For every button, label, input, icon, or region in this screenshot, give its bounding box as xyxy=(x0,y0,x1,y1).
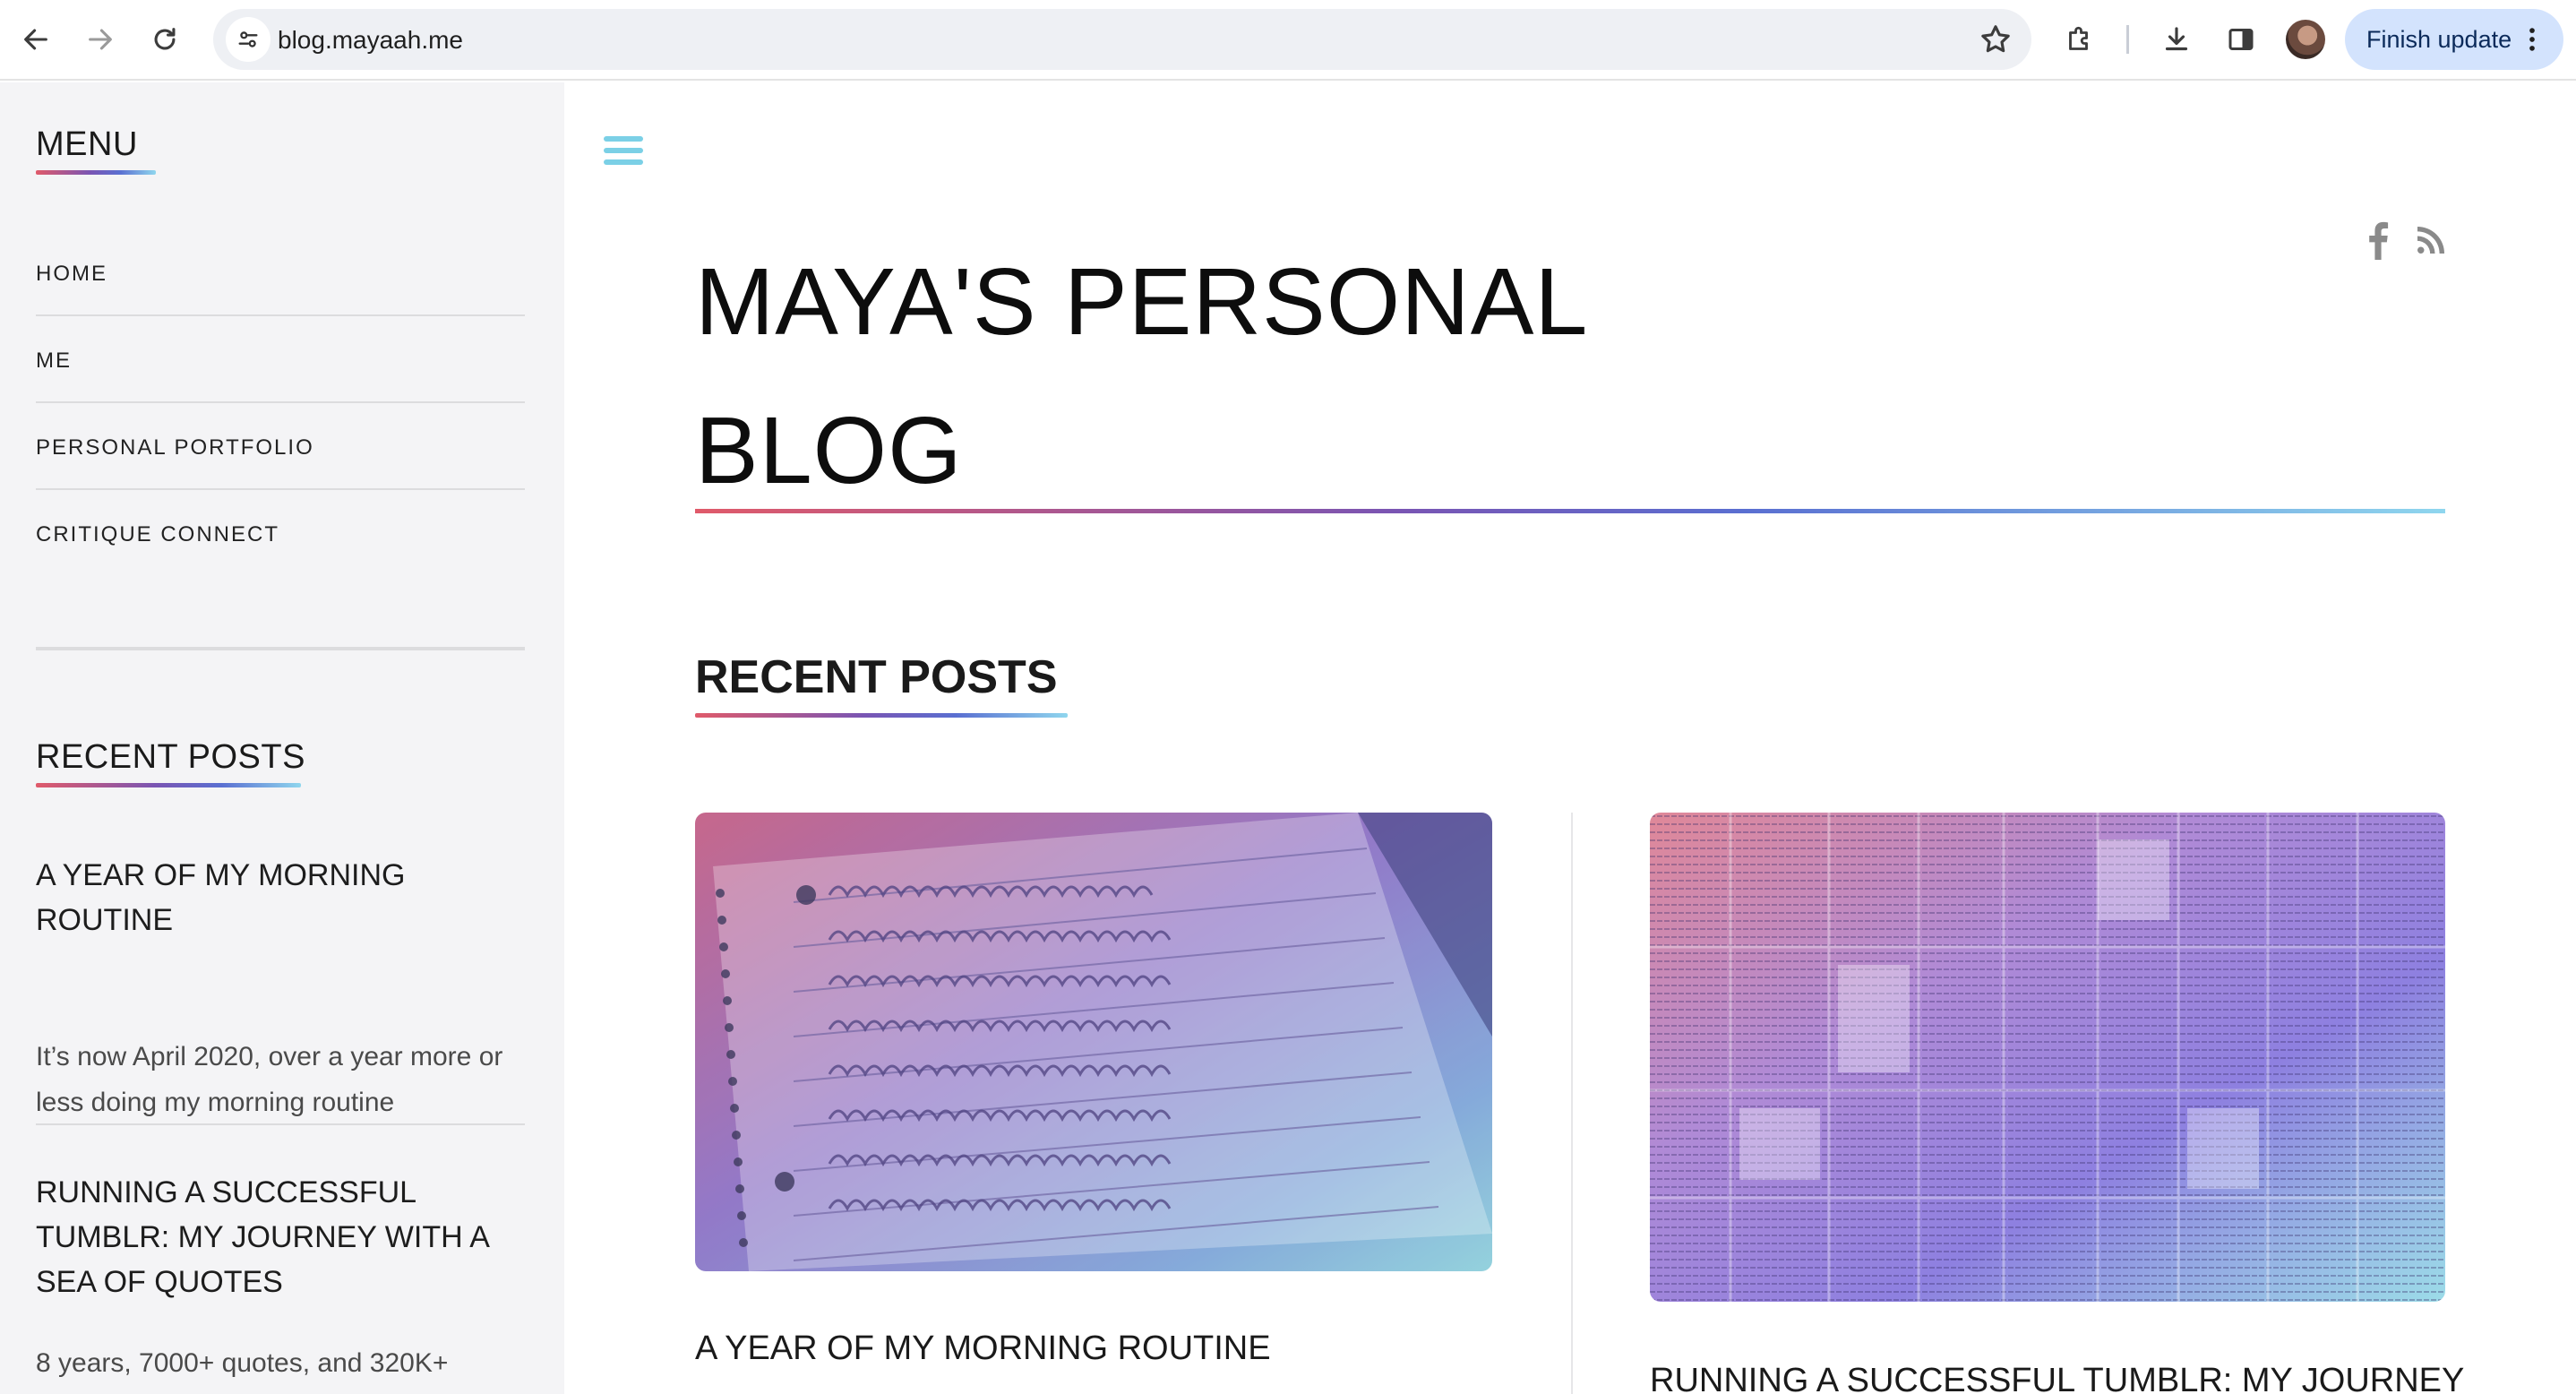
column-divider xyxy=(1571,813,1573,1394)
hamburger-menu-icon[interactable] xyxy=(604,136,643,170)
sidebar-item-label: PERSONAL PORTFOLIO xyxy=(36,435,314,460)
address-bar[interactable]: blog.mayaah.me xyxy=(213,9,2031,70)
side-panel-button[interactable] xyxy=(2221,20,2261,59)
post-card-title-1[interactable]: A YEAR OF MY MORNING ROUTINE xyxy=(695,1329,1271,1368)
arrow-left-icon xyxy=(24,29,47,50)
reload-button[interactable] xyxy=(140,14,190,65)
sidebar-item-label: ME xyxy=(36,348,72,373)
sidebar-item-personal-portfolio[interactable]: PERSONAL PORTFOLIO xyxy=(36,403,525,490)
reload-icon xyxy=(154,28,176,50)
tune-icon xyxy=(238,31,258,47)
puzzle-icon xyxy=(2069,26,2088,50)
sidebar-post-excerpt-2: 8 years, 7000+ quotes, and 320K+ xyxy=(36,1348,449,1378)
quotes-collage-image xyxy=(1650,813,2445,1302)
side-panel-icon xyxy=(2228,29,2254,50)
download-icon xyxy=(2165,27,2188,51)
finish-update-button[interactable]: Finish update xyxy=(2345,9,2563,70)
recent-posts-heading: RECENT POSTS xyxy=(695,651,1058,703)
menu-title: MENU xyxy=(36,125,138,163)
site-info-button[interactable] xyxy=(226,17,270,62)
sidebar-recent-title: RECENT POSTS xyxy=(36,738,305,776)
more-vert-icon xyxy=(2529,28,2535,51)
downloads-button[interactable] xyxy=(2157,20,2196,59)
profile-avatar[interactable] xyxy=(2286,20,2325,59)
facebook-icon[interactable] xyxy=(2361,220,2393,260)
sidebar-post-title-1[interactable]: A YEAR OF MY MORNING ROUTINE xyxy=(36,853,525,942)
sidebar-post-title-2[interactable]: RUNNING A SUCCESSFUL TUMBLR: MY JOURNEY … xyxy=(36,1170,525,1304)
menu-title-underline xyxy=(36,170,156,175)
notebook-image xyxy=(695,813,1492,1271)
recent-heading-underline xyxy=(695,713,1068,718)
menu-separator xyxy=(36,647,525,650)
sidebar-item-label: CRITIQUE CONNECT xyxy=(36,522,279,546)
site-title[interactable]: MAYA'S PERSONAL BLOG xyxy=(695,228,1680,525)
extensions-button[interactable] xyxy=(2060,20,2099,59)
post-thumbnail-quotes-collage[interactable] xyxy=(1650,813,2445,1302)
bookmark-star-icon[interactable] xyxy=(1978,22,2014,57)
rss-icon[interactable] xyxy=(2415,224,2447,256)
main-content: MAYA'S PERSONAL BLOG RECENT POSTS A YEAR… xyxy=(564,82,2576,1394)
sidebar-item-label: HOME xyxy=(36,262,107,286)
sidebar-post-excerpt-1: It’s now April 2020, over a year more or… xyxy=(36,1042,503,1117)
back-button[interactable] xyxy=(11,14,61,65)
sidebar-post-separator xyxy=(36,1123,525,1125)
sidebar-item-critique-connect[interactable]: CRITIQUE CONNECT xyxy=(36,490,525,577)
sidebar-item-me[interactable]: ME xyxy=(36,316,525,403)
finish-update-label: Finish update xyxy=(2366,25,2512,53)
sidebar: MENU HOME ME PERSONAL PORTFOLIO CRITIQUE… xyxy=(0,82,564,1394)
post-thumbnail-notebook[interactable] xyxy=(695,813,1492,1271)
forward-button[interactable] xyxy=(75,14,125,65)
post-card-title-2[interactable]: RUNNING A SUCCESSFUL TUMBLR: MY JOURNEY xyxy=(1650,1362,2464,1394)
recent-title-underline xyxy=(36,783,301,787)
url-text[interactable]: blog.mayaah.me xyxy=(278,26,463,55)
toolbar-divider xyxy=(2126,25,2129,54)
sidebar-item-home[interactable]: HOME xyxy=(36,229,525,316)
browser-toolbar: blog.mayaah.me Finish update xyxy=(0,0,2576,81)
title-gradient-rule xyxy=(695,509,2445,513)
arrow-right-icon xyxy=(89,29,112,50)
